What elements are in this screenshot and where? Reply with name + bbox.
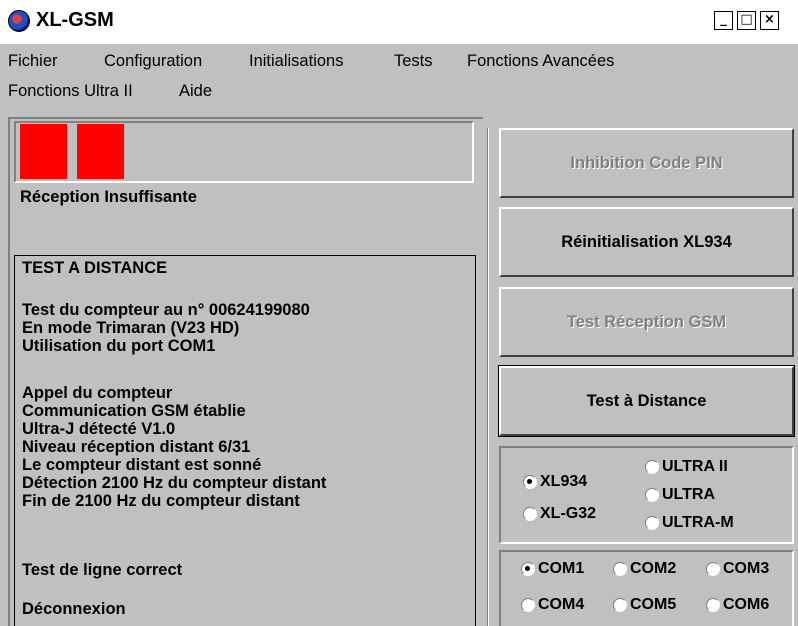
radio-unselected-icon (613, 562, 627, 576)
radio-com5[interactable]: COM5 (613, 596, 676, 614)
radio-ultra-label: ULTRA (662, 486, 716, 503)
log-line: Appel du compteur (22, 384, 173, 402)
radio-ultra-m[interactable]: ULTRA-M (645, 514, 734, 532)
menu-tests[interactable]: Tests (394, 52, 433, 71)
radio-selected-icon (523, 475, 537, 489)
close-button[interactable]: × (760, 11, 779, 30)
log-line: Ultra-J détecté V1.0 (22, 420, 176, 438)
radio-ultra-ii-label: ULTRA II (662, 458, 728, 475)
log-line: Niveau réception distant 6/31 (22, 438, 251, 456)
log-line: En mode Trimaran (V23 HD) (22, 319, 240, 337)
log-line: Test du compteur au n° 00624199080 (22, 301, 310, 319)
radio-ultra-m-label: ULTRA-M (662, 514, 734, 531)
menu-bar: Fichier Configuration Initialisations Te… (0, 44, 798, 116)
log-line: Déconnexion (22, 600, 126, 618)
radio-unselected-icon (645, 488, 659, 502)
radio-xl-g32[interactable]: XL-G32 (523, 505, 596, 523)
radio-unselected-icon (613, 598, 627, 612)
radio-com2-label: COM2 (630, 560, 677, 577)
radio-xl934[interactable]: XL934 (523, 473, 587, 491)
test-a-distance-button[interactable]: Test à Distance (498, 365, 795, 437)
test-reception-gsm-button[interactable]: Test Réception GSM (499, 287, 794, 357)
log-line: Utilisation du port COM1 (22, 337, 216, 355)
radio-unselected-icon (706, 562, 720, 576)
menu-fichier[interactable]: Fichier (8, 52, 58, 71)
log-line: TEST A DISTANCE (22, 259, 168, 277)
log-line: Fin de 2100 Hz du compteur distant (22, 492, 300, 510)
panel-divider (487, 128, 489, 626)
radio-unselected-icon (645, 516, 659, 530)
radio-ultra[interactable]: ULTRA (645, 486, 715, 504)
radio-com2[interactable]: COM2 (613, 560, 676, 578)
radio-com4-label: COM4 (538, 596, 585, 613)
radio-xl-g32-label: XL-G32 (540, 505, 597, 522)
radio-com1[interactable]: COM1 (521, 560, 584, 578)
radio-ultra-ii[interactable]: ULTRA II (645, 458, 728, 476)
menu-initialisations[interactable]: Initialisations (249, 52, 343, 71)
title-bar: XL-GSM _ □ × (0, 0, 798, 44)
radio-com1-label: COM1 (538, 560, 585, 577)
reception-status: Réception Insuffisante (20, 188, 197, 206)
radio-com3[interactable]: COM3 (706, 560, 769, 578)
radio-xl934-label: XL934 (540, 473, 588, 490)
log-line: Communication GSM établie (22, 402, 246, 420)
window-title: XL-GSM (36, 9, 114, 31)
radio-com4[interactable]: COM4 (521, 596, 584, 614)
menu-configuration[interactable]: Configuration (104, 52, 202, 71)
menu-fonctions-avancees[interactable]: Fonctions Avancées (467, 52, 614, 71)
log-line: Le compteur distant est sonné (22, 456, 262, 474)
maximize-button[interactable]: □ (737, 11, 756, 30)
menu-fonctions-ultra-ii[interactable]: Fonctions Ultra II (8, 82, 133, 101)
radio-com3-label: COM3 (723, 560, 770, 577)
radio-com6[interactable]: COM6 (706, 596, 769, 614)
radio-unselected-icon (523, 507, 537, 521)
minimize-button[interactable]: _ (714, 11, 733, 30)
radio-unselected-icon (521, 598, 535, 612)
log-line: Test de ligne correct (22, 561, 183, 579)
signal-bar-1 (20, 124, 67, 179)
log-line: Détection 2100 Hz du compteur distant (22, 474, 327, 492)
inhibition-code-pin-button[interactable]: Inhibition Code PIN (499, 128, 794, 198)
reinitialisation-xl934-button[interactable]: Réinitialisation XL934 (499, 207, 794, 277)
radio-unselected-icon (706, 598, 720, 612)
app-icon[interactable] (8, 10, 30, 32)
radio-com5-label: COM5 (630, 596, 677, 613)
radio-com6-label: COM6 (723, 596, 770, 613)
signal-bar-2 (77, 124, 124, 179)
radio-selected-icon (521, 562, 535, 576)
radio-unselected-icon (645, 460, 659, 474)
menu-aide[interactable]: Aide (179, 82, 212, 101)
